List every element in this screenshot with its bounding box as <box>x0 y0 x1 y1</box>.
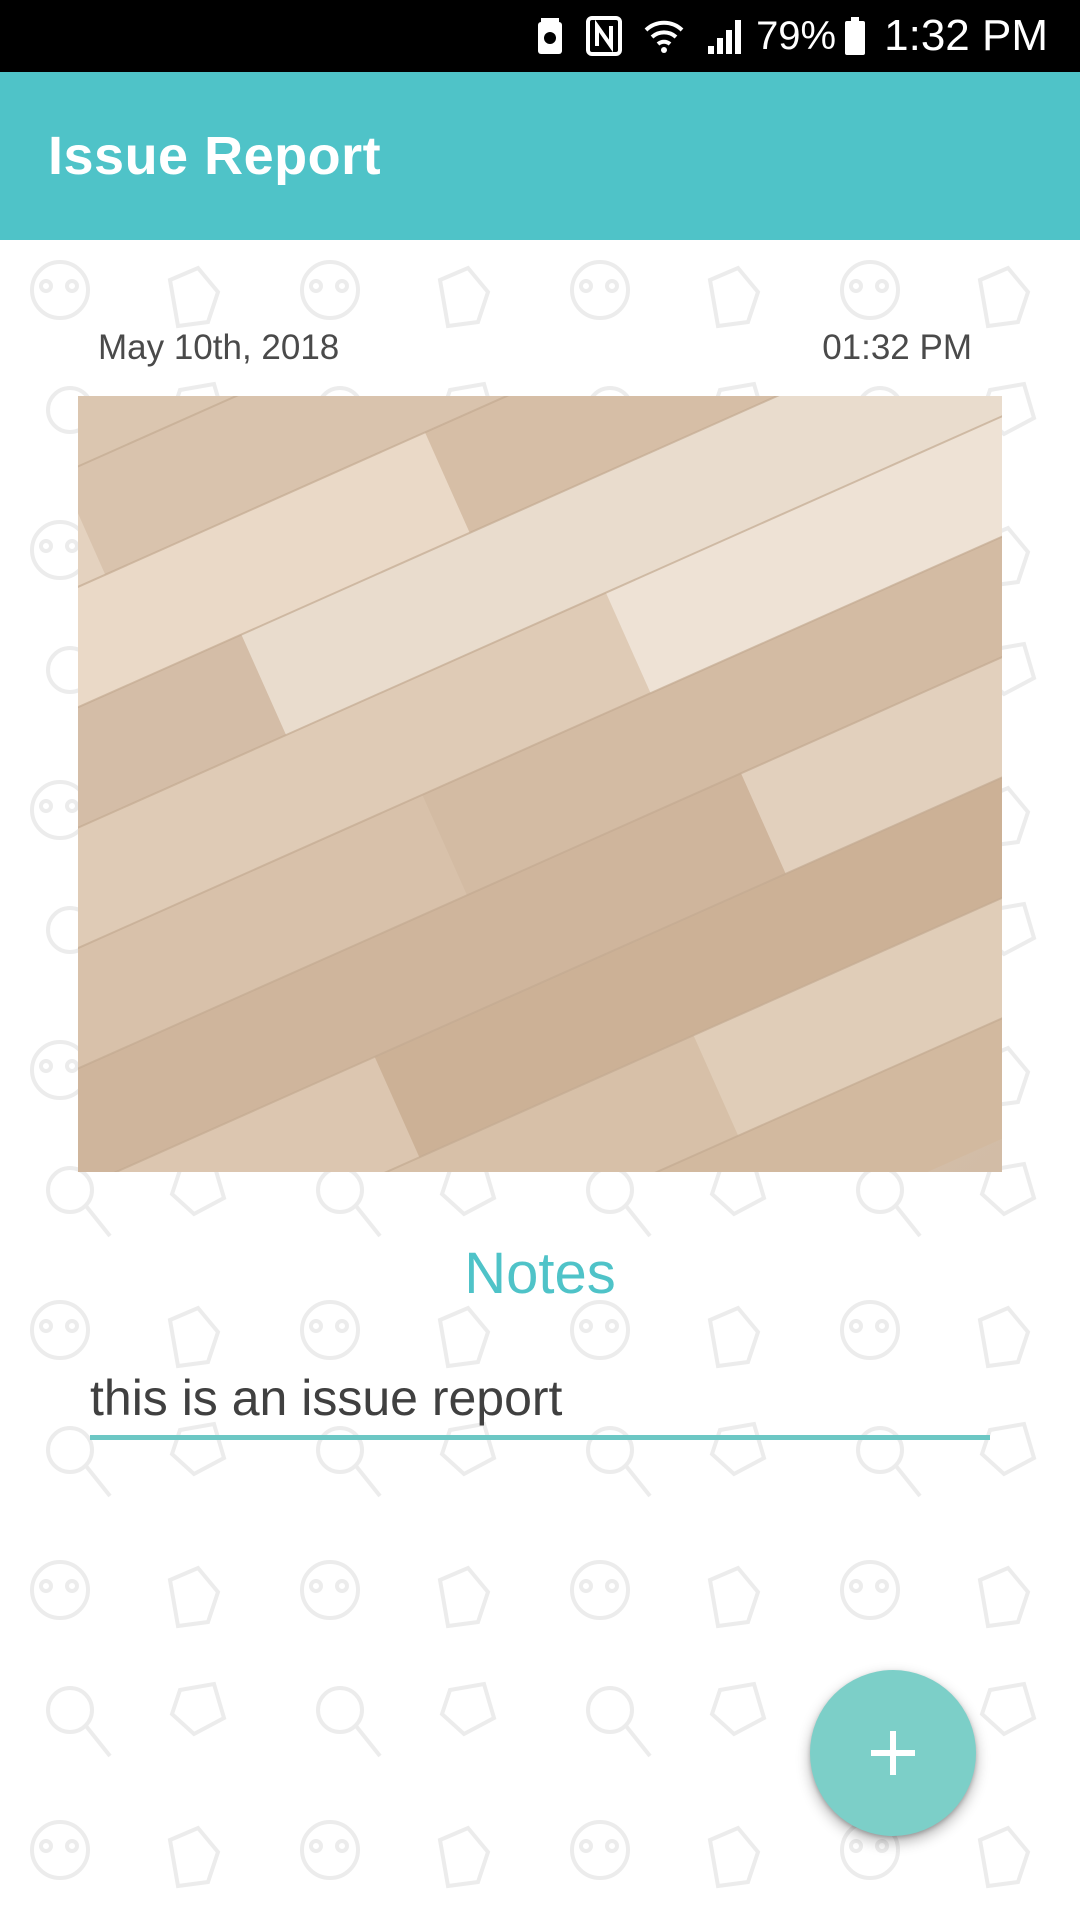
clock: 1:32 PM <box>884 11 1048 60</box>
notes-heading: Notes <box>464 1241 616 1306</box>
report-time: 01:32 PM <box>822 328 972 367</box>
wifi-icon <box>644 16 684 56</box>
report-content: May 10th, 2018 01:32 PM Notes this is an… <box>0 240 1080 1920</box>
wood-floor-image <box>78 396 1002 1172</box>
battery-icon <box>844 16 866 56</box>
battery-saver-icon <box>536 16 564 56</box>
plus-icon <box>871 1731 915 1775</box>
cell-signal-icon <box>706 16 746 56</box>
report-date: May 10th, 2018 <box>98 328 340 367</box>
app-bar: Issue Report <box>0 72 1080 240</box>
nfc-icon <box>586 16 623 56</box>
page-title: Issue Report <box>48 126 382 186</box>
battery-percent: 79% <box>756 13 837 58</box>
status-bar: 79% 1:32 PM <box>0 0 1080 72</box>
notes-input[interactable] <box>90 1360 990 1440</box>
add-fab-button[interactable] <box>810 1670 976 1836</box>
report-photo[interactable] <box>78 396 1002 1172</box>
